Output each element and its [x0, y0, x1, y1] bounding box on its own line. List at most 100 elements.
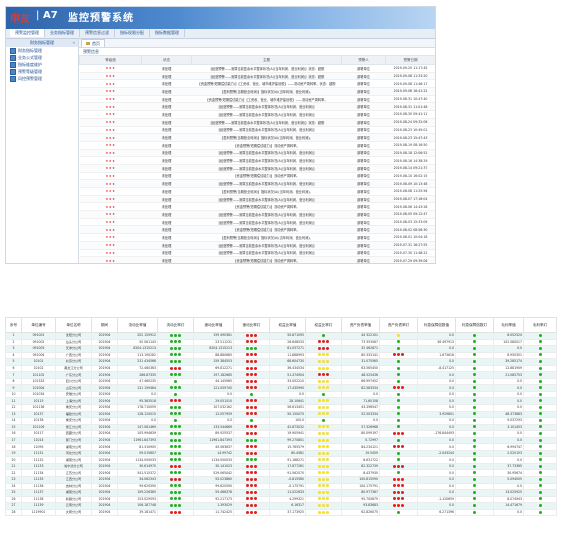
nav-tab-2[interactable]: 预警信息过滤 [80, 29, 115, 37]
table-row[interactable]: 28 1119901 大同分公司 201904 39.181471 11.742425 37… [5, 508, 557, 517]
green-light-icon [177, 346, 181, 350]
red-light-icon [397, 386, 400, 390]
table-row[interactable]: ★★★ 未处理 【盈利预警(当期营业利润)】指标状况(A)(当年利润、营业利润)。部… [79, 133, 435, 142]
sidebar-item-2[interactable]: 指标维度维护 [6, 61, 78, 68]
nav-tab-4[interactable]: 指标数据管理 [150, 29, 185, 37]
red-light-icon [253, 412, 257, 416]
column-header[interactable]: 单位名称 [55, 317, 92, 333]
status-cell: 未处理 [141, 110, 192, 119]
column-header[interactable]: 期间 [91, 317, 118, 333]
table-row[interactable]: ★★★ 未处理 【经营预警——测算当前盈余水平整体状况(A)(当年利润、营业利润)】… [79, 72, 435, 81]
sidebar-item-label: 风控预警管理 [18, 76, 42, 81]
column-header[interactable]: 主题 [191, 55, 342, 65]
table-row[interactable]: ★★★ 未处理 【经营预警——测算当前盈余水平整体状况(A)(当年利润、营业利润)】… [79, 218, 435, 227]
indicator-lights-group [318, 464, 329, 469]
red-light-icon [250, 359, 253, 363]
sidebar-item-1[interactable]: 业务公式管理 [6, 54, 78, 61]
table-row[interactable]: ★★★ 未处理 【经营预警——测算当前盈余水平整体状况(A)(当年利润、营业利润)】… [79, 156, 435, 165]
table-row[interactable]: ★★★ 未处理 【资金预警(短期偿债能力)】流动资产周转率。 部署单位 2019-08-… [79, 141, 435, 150]
column-header[interactable]: 单位编号 [21, 317, 56, 333]
sidebar-item-3[interactable]: 预警等级管理 [6, 68, 78, 75]
indicator-lights-group [473, 431, 477, 437]
green-light-icon [170, 431, 174, 435]
yellow-light-icon [318, 412, 322, 416]
column-header[interactable]: 速动比率灯 [233, 317, 270, 333]
table-row[interactable]: ★★★ 未处理 【经营预警——测算当前盈余水平整体状况(A)(当年利润、营业利润)】… [79, 149, 435, 158]
table-row[interactable]: ★★★ 未处理 【盈利预警(当期营业利润)】指标状况(A)(当年利润、营业利润)。部… [79, 233, 435, 242]
column-header[interactable]: 资产负债率灯 [379, 317, 418, 333]
table-row[interactable]: ★★★ 未处理 【经营预警——测算当前盈余水平整体状况(A)(当年利润、营业利润)】… [79, 126, 435, 135]
person-cell: 部署单位 [341, 164, 386, 173]
status-cell: 未处理 [141, 102, 192, 112]
table-row[interactable]: ★★★ 未处理 【经营预警——测算当前盈余水平整体状况(A)(当年利润、营业利润)】… [79, 164, 435, 173]
green-light-icon [174, 405, 177, 409]
folder-icon [10, 68, 16, 75]
column-header[interactable]: 序号 [5, 317, 22, 333]
red-light-icon [393, 484, 397, 488]
status-cell: 未处理 [141, 87, 192, 96]
nav-tab-3[interactable]: 指标权限分配 [115, 29, 150, 37]
sidebar-item-4[interactable]: 风控预警管理 [6, 75, 78, 82]
table-row[interactable]: ★★★ 未处理 【资金预警(短期偿债能力)】流动资产周转率。 部署单位 2019-08-… [79, 172, 435, 181]
table-row[interactable]: ★★★ 未处理 【经营预警——测算当前盈余水平整体状况(A)(当年利润、营业利润)】… [79, 179, 435, 188]
column-header[interactable]: 等级值 [79, 55, 142, 65]
column-header[interactable]: 流动比率值 [117, 317, 158, 333]
column-header[interactable]: 利息保障倍数灯 [455, 317, 494, 333]
indicator-lights-group [393, 497, 404, 502]
column-header[interactable]: 毛利率灯 [523, 317, 557, 333]
level-stars: ★★★ [79, 195, 142, 204]
green-light-icon [473, 471, 476, 475]
column-header[interactable]: 预警人 [341, 55, 386, 65]
red-light-icon [177, 510, 181, 514]
column-header[interactable]: 速动比率值 [193, 317, 234, 333]
date-cell: 2019-07-30 11:48:22 [385, 249, 435, 258]
table-row[interactable]: ★★★ 未处理 【经营预警——测算当前盈余水平整体状况(A)(当年利润、营业利润)】… [79, 110, 435, 119]
indicator-lights-group [473, 484, 477, 489]
indicator-lights-group [318, 366, 329, 371]
red-light-icon [393, 490, 397, 494]
table-row[interactable]: ★★★ 未处理 【资金预警(短期偿债能力)】【工资收、营业、城市维护建设税】——流动… [79, 79, 435, 89]
column-header[interactable]: 利息保障倍数值 [417, 317, 456, 333]
column-header[interactable]: 资产负债率值 [341, 317, 380, 333]
table-row[interactable]: ★★★ 未处理 【盈利预警(当期营业利润)】指标状况(A)(当年利润、营业利润)。部… [79, 87, 435, 96]
level-stars: ★★★ [79, 202, 142, 212]
nav-tab-0[interactable]: 预警监控管理 [10, 29, 45, 37]
indicator-lights-group [538, 438, 542, 443]
tab-home[interactable]: 首页 [81, 39, 105, 47]
sidebar-collapse-icon[interactable]: « [73, 39, 75, 47]
table-row[interactable]: ★★★ 未处理 【资金预警(短期偿债能力)】流动资产周转率。 部署单位 2019-08-… [79, 225, 435, 235]
indicator-lights-group [473, 425, 477, 430]
subject-cell: 【经营预警——测算当前盈余水平整体状况(A)(当年利润、营业利润)】 [191, 149, 342, 158]
sidebar-header[interactable]: 财务指标管理 « [6, 39, 78, 47]
table-row[interactable]: ★★★ 未处理 【经营预警——测算当前盈余水平整体状况(A)(当年利润、营业利润)】… [79, 241, 435, 250]
yellow-light-icon [325, 359, 329, 363]
indicator-lights-group [538, 510, 542, 515]
date-cell: 2019-08-16 14:38:29 [385, 156, 435, 165]
table-row[interactable]: ★★★ 未处理 【经营预警——测算当前盈余水平整体状况(A)(当年利润、营业利润)】… [79, 195, 435, 204]
table-row[interactable]: ★★★ 未处理 【经营预警——测算当前盈余水平整体状况(A)(当年利润、营业利润)】… [79, 118, 435, 127]
nav-tab-1[interactable]: 业务指标管理 [45, 29, 80, 37]
table-row[interactable]: ★★★ 未处理 【资金预警(短期偿债能力)】【工资收、营业、城市维护建设税】——流动… [79, 95, 435, 104]
column-header[interactable]: 权益比率灯 [305, 317, 342, 333]
green-light-icon [177, 405, 181, 409]
table-row[interactable]: ★★★ 未处理 【经营预警——测算当前盈余水平整体状况(A)(当年利润、营业利润)】… [79, 102, 435, 112]
sidebar-item-0[interactable]: 财务指标管理 [6, 47, 78, 54]
column-header[interactable]: 预警日期 [385, 55, 435, 65]
indicator-lights-group [397, 510, 401, 515]
table-row[interactable]: ★★★ 未处理 【经营预警——测算当前盈余水平整体状况(A)(当年利润、营业利润)】… [79, 210, 435, 219]
table-row[interactable]: ★★★ 未处理 【盈利预警(当期营业利润)】指标状况(A)(当年利润、营业利润)。部… [79, 187, 435, 196]
indicator-lights-group [246, 373, 257, 378]
yellow-light-icon [318, 425, 322, 429]
indicator-lights-group [538, 464, 542, 469]
table-row[interactable]: ★★★ 未处理 【经营预警——测算当前盈余水平整体状况(A)(当年利润、营业利润)】… [79, 249, 435, 258]
date-cell: 2019-08-09 10:13:48 [385, 179, 435, 188]
column-header[interactable]: 毛利率值 [493, 317, 524, 333]
indicator-lights-group [174, 392, 178, 397]
yellow-light-icon [325, 399, 329, 403]
table-row[interactable]: ★★★ 未处理 【经营预警——测算当前盈余水平整体状况(A)(当年利润、营业利润)】… [79, 64, 435, 73]
table-row[interactable]: ★★★ 未处理 【资金预警(短期偿债能力)】流动资产周转率。 部署单位 2019-08-… [79, 202, 435, 212]
column-header[interactable]: 状态 [141, 55, 192, 65]
column-header[interactable]: 流动比率灯 [157, 317, 194, 333]
table-row[interactable]: ★★★ 未处理 【资金预警(短期偿债能力)】流动资产周转率。 部署单位 2019-07-… [79, 256, 435, 263]
column-header[interactable]: 权益比率值 [269, 317, 306, 333]
